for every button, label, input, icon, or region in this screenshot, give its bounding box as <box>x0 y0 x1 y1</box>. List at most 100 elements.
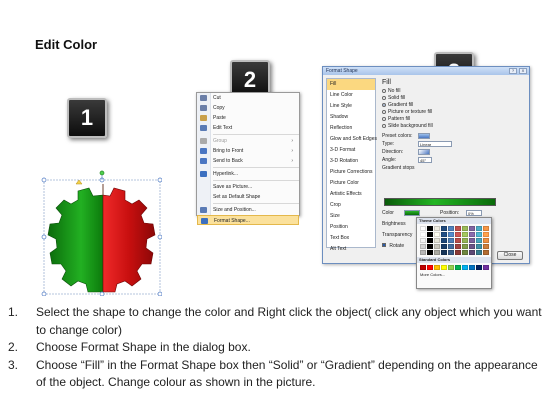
radio-button[interactable] <box>382 116 386 121</box>
radio-button[interactable] <box>382 95 386 100</box>
color-swatch[interactable] <box>469 226 475 231</box>
color-swatch[interactable] <box>434 226 440 231</box>
color-swatch[interactable] <box>441 232 447 237</box>
nav-item-position[interactable]: Position <box>327 222 375 233</box>
color-swatch[interactable] <box>469 238 475 243</box>
nav-item-shadow[interactable]: Shadow <box>327 112 375 123</box>
gradient-stops-bar[interactable] <box>384 198 496 206</box>
menu-item-send-to-back[interactable]: Send to Back › <box>197 156 299 166</box>
fill-option-no-fill[interactable]: No fill <box>380 88 526 95</box>
nav-item-line-color[interactable]: Line Color <box>327 90 375 101</box>
menu-item-size-and-position[interactable]: Size and Position... <box>197 205 299 215</box>
color-swatch[interactable] <box>420 244 426 249</box>
fill-option-picture-or-texture-fill[interactable]: Picture or texture fill <box>380 109 526 116</box>
nav-item-crop[interactable]: Crop <box>327 200 375 211</box>
preset-colors-dropdown[interactable] <box>418 133 430 139</box>
color-swatch[interactable] <box>469 244 475 249</box>
rotate-checkbox[interactable] <box>382 243 386 247</box>
color-swatch[interactable] <box>462 244 468 249</box>
color-swatch[interactable] <box>455 244 461 249</box>
nav-item-text-box[interactable]: Text Box <box>327 233 375 244</box>
position-input[interactable]: 0% <box>466 210 482 216</box>
radio-button[interactable] <box>382 88 386 93</box>
menu-item-set-as-default-shape[interactable]: Set as Default Shape <box>197 192 299 202</box>
color-swatch[interactable] <box>448 238 454 243</box>
gear-icon[interactable] <box>40 170 162 296</box>
radio-button[interactable] <box>382 123 386 128</box>
color-swatch[interactable] <box>427 244 433 249</box>
color-swatch[interactable] <box>462 226 468 231</box>
color-swatch[interactable] <box>420 250 426 255</box>
color-swatch[interactable] <box>483 250 489 255</box>
color-swatch[interactable] <box>455 250 461 255</box>
color-swatch[interactable] <box>476 226 482 231</box>
menu-item-edit-text[interactable]: Edit Text <box>197 123 299 133</box>
color-swatch[interactable] <box>476 232 482 237</box>
color-swatch[interactable] <box>434 265 440 270</box>
color-swatch[interactable] <box>441 265 447 270</box>
color-swatch[interactable] <box>441 250 447 255</box>
color-swatch[interactable] <box>427 265 433 270</box>
fill-option-gradient-fill[interactable]: Gradient fill <box>380 102 526 109</box>
color-swatch[interactable] <box>462 250 468 255</box>
color-swatch[interactable] <box>462 265 468 270</box>
color-swatch[interactable] <box>455 232 461 237</box>
color-swatch[interactable] <box>434 238 440 243</box>
radio-button[interactable] <box>382 102 386 107</box>
fill-option-solid-fill[interactable]: Solid fill <box>380 95 526 102</box>
color-swatch[interactable] <box>420 265 426 270</box>
menu-item-cut[interactable]: Cut <box>197 93 299 103</box>
radio-button[interactable] <box>382 109 386 114</box>
color-swatch[interactable] <box>455 226 461 231</box>
color-swatch[interactable] <box>441 244 447 249</box>
color-swatch[interactable] <box>448 226 454 231</box>
angle-input[interactable]: 45° <box>418 157 432 163</box>
menu-item-save-as-picture[interactable]: Save as Picture... <box>197 182 299 192</box>
color-swatch[interactable] <box>476 250 482 255</box>
fill-option-slide-background-fill[interactable]: Slide background fill <box>380 123 526 130</box>
color-swatch[interactable] <box>462 232 468 237</box>
color-swatch[interactable] <box>448 250 454 255</box>
color-swatch[interactable] <box>469 250 475 255</box>
direction-dropdown[interactable] <box>418 149 430 155</box>
color-swatch[interactable] <box>448 244 454 249</box>
color-swatch[interactable] <box>420 232 426 237</box>
nav-item-artistic-effects[interactable]: Artistic Effects <box>327 189 375 200</box>
color-swatch[interactable] <box>483 238 489 243</box>
nav-item-reflection[interactable]: Reflection <box>327 123 375 134</box>
color-picker-button[interactable] <box>404 210 420 216</box>
color-swatch[interactable] <box>483 265 489 270</box>
color-swatch[interactable] <box>441 226 447 231</box>
color-swatch[interactable] <box>476 244 482 249</box>
nav-item-picture-color[interactable]: Picture Color <box>327 178 375 189</box>
nav-item-fill[interactable]: Fill <box>327 79 375 90</box>
type-select[interactable]: Linear <box>418 141 452 147</box>
color-swatch[interactable] <box>448 265 454 270</box>
color-swatch[interactable] <box>427 238 433 243</box>
color-swatch[interactable] <box>483 232 489 237</box>
menu-item-bring-to-front[interactable]: Bring to Front › <box>197 146 299 156</box>
fill-option-pattern-fill[interactable]: Pattern fill <box>380 116 526 123</box>
menu-item-hyperlink[interactable]: Hyperlink... <box>197 169 299 179</box>
color-swatch[interactable] <box>420 238 426 243</box>
color-swatch[interactable] <box>434 244 440 249</box>
nav-item-picture-corrections[interactable]: Picture Corrections <box>327 167 375 178</box>
color-swatch[interactable] <box>462 238 468 243</box>
color-swatch[interactable] <box>427 226 433 231</box>
color-swatch[interactable] <box>483 226 489 231</box>
nav-item-3-d-rotation[interactable]: 3-D Rotation <box>327 156 375 167</box>
menu-item-copy[interactable]: Copy <box>197 103 299 113</box>
color-swatch[interactable] <box>469 232 475 237</box>
color-swatch[interactable] <box>476 265 482 270</box>
color-swatch[interactable] <box>476 238 482 243</box>
close-button[interactable]: Close <box>497 251 523 260</box>
menu-item-paste[interactable]: Paste <box>197 113 299 123</box>
color-swatch[interactable] <box>427 250 433 255</box>
color-swatch[interactable] <box>420 226 426 231</box>
more-colors-link[interactable]: More Colors... <box>417 272 491 278</box>
nav-item-size[interactable]: Size <box>327 211 375 222</box>
color-swatch[interactable] <box>455 265 461 270</box>
nav-item-line-style[interactable]: Line Style <box>327 101 375 112</box>
color-swatch[interactable] <box>448 232 454 237</box>
menu-item-format-shape[interactable]: Format Shape... <box>197 215 299 225</box>
